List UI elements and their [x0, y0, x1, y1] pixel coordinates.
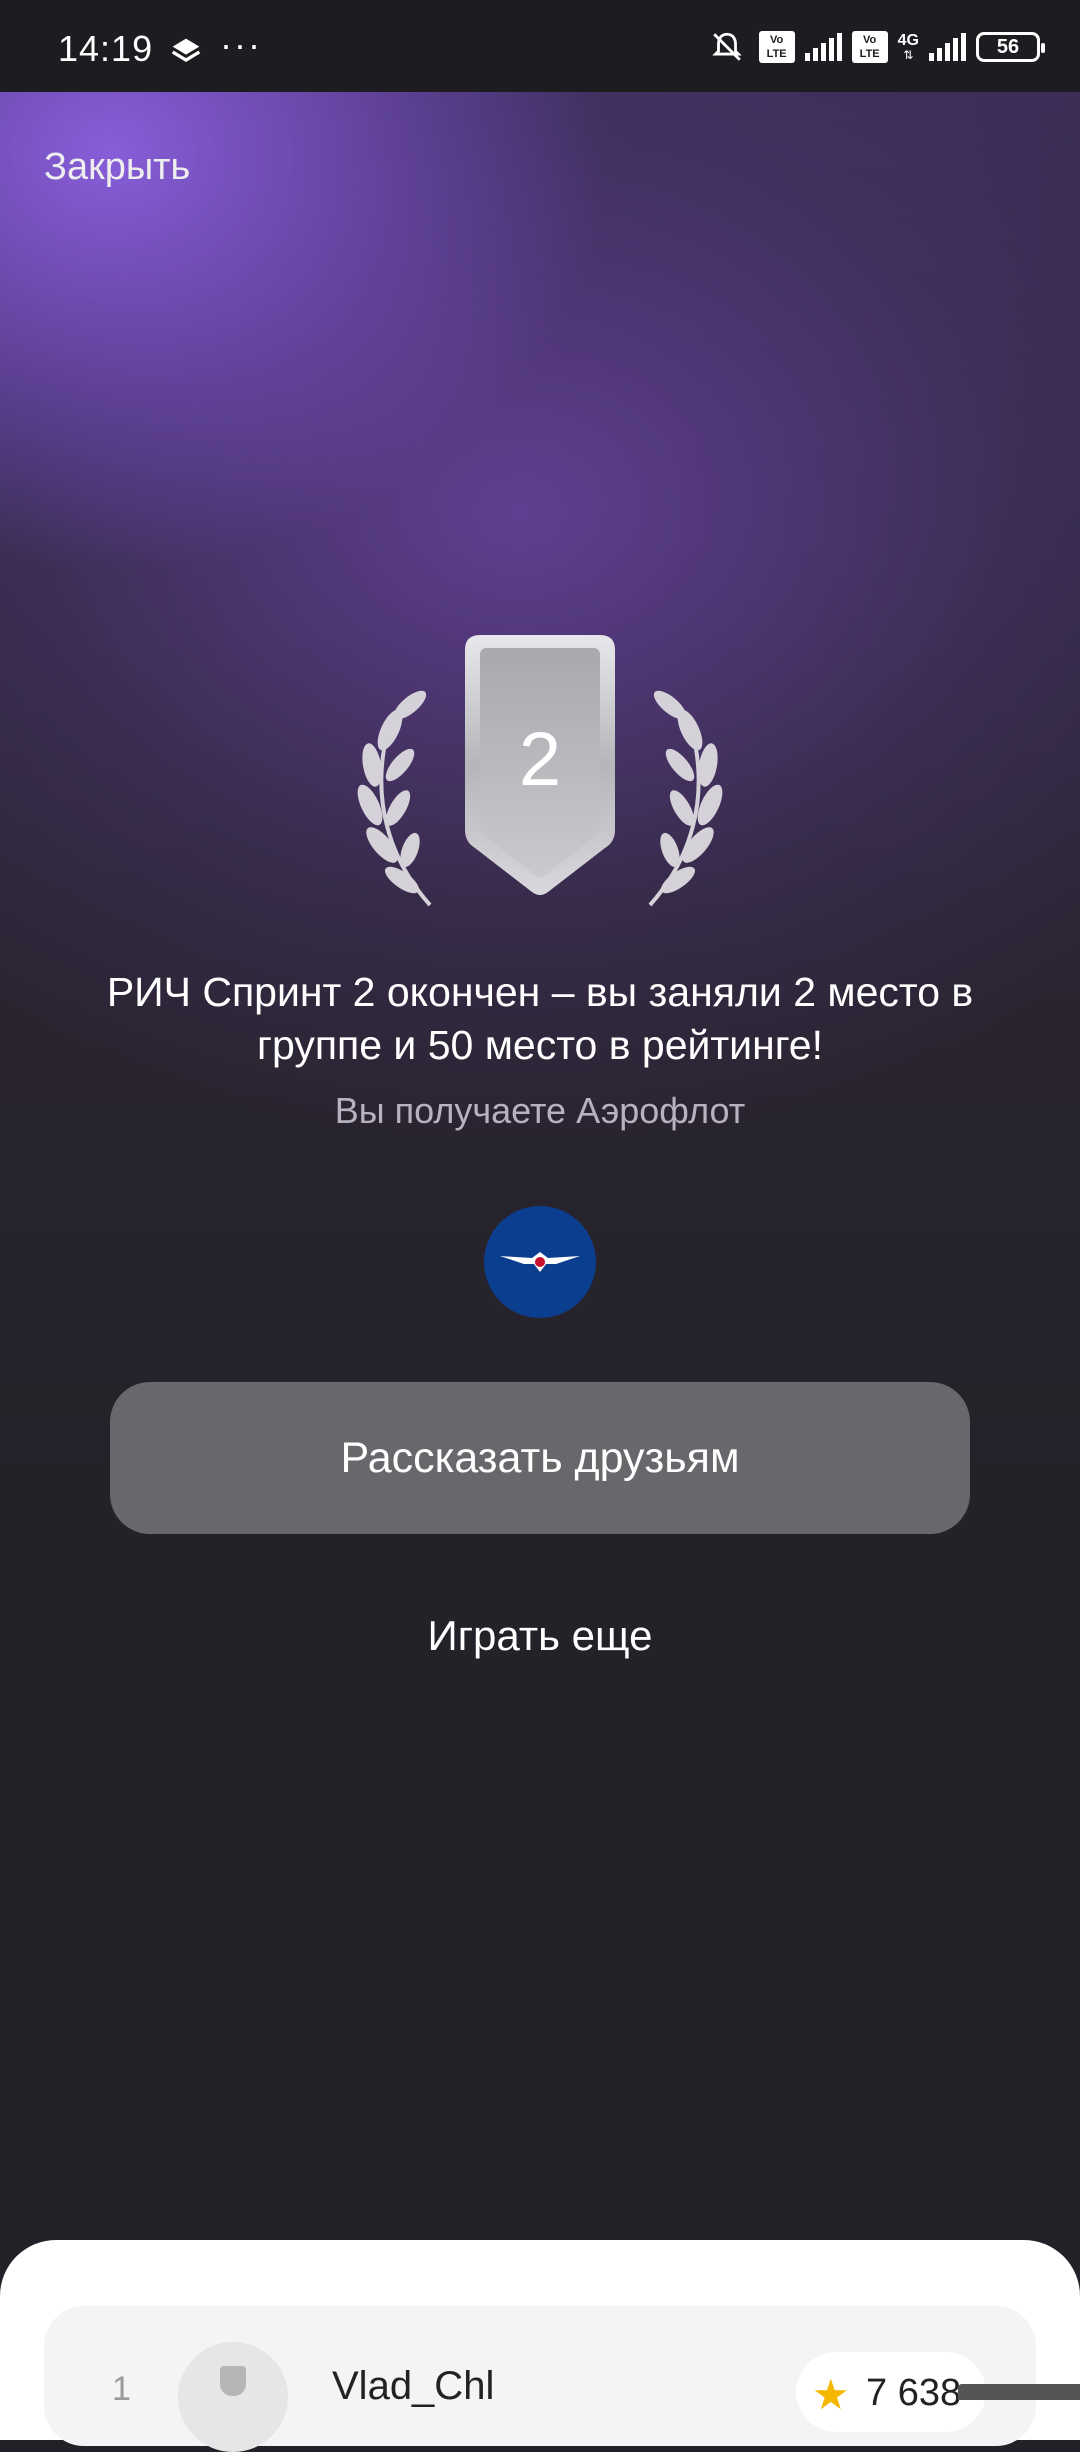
leaderboard-score: 7 638: [866, 2372, 962, 2414]
avatar-placeholder-icon: [220, 2366, 246, 2396]
signal-icon: [804, 33, 842, 61]
volte-icon: Vo LTE: [758, 31, 795, 63]
place-badge-number: 2: [518, 717, 562, 802]
reward-text: Вы получаете Аэрофлот: [334, 1090, 746, 1131]
close-button[interactable]: Закрыть: [44, 146, 190, 189]
battery-icon: 56: [976, 32, 1045, 62]
bell-muted-icon: [711, 32, 742, 61]
avatar: [178, 2342, 288, 2452]
status-bar: 14:19 ··· Vo LTE Vo LTE 4G ⇅ 56: [0, 0, 1080, 92]
data-arrows-icon: ⇅: [903, 48, 914, 62]
star-icon: ★: [812, 2371, 850, 2418]
status-time: 14:19: [58, 28, 154, 69]
aeroflot-logo-icon: [484, 1206, 596, 1318]
result-headline: РИЧ Спринт 2 окончен – вы заняли 2 место…: [106, 969, 974, 1068]
leaderboard-username: Vlad_Chl: [332, 2364, 495, 2408]
volte-icon-2: Vo LTE: [851, 31, 888, 63]
gesture-bar: [958, 2384, 1080, 2400]
battery-level: 56: [996, 35, 1020, 58]
network-indicator: 4G ⇅: [897, 32, 919, 62]
leaderboard-rank: 1: [112, 2370, 131, 2408]
network-type: 4G: [897, 32, 919, 49]
share-with-friends-button[interactable]: Рассказать друзьям: [110, 1382, 970, 1534]
signal-icon-2: [929, 33, 966, 61]
play-again-button[interactable]: Играть еще: [0, 1612, 1080, 1660]
more-dots-icon: ···: [220, 24, 262, 65]
layers-icon: [171, 38, 201, 62]
